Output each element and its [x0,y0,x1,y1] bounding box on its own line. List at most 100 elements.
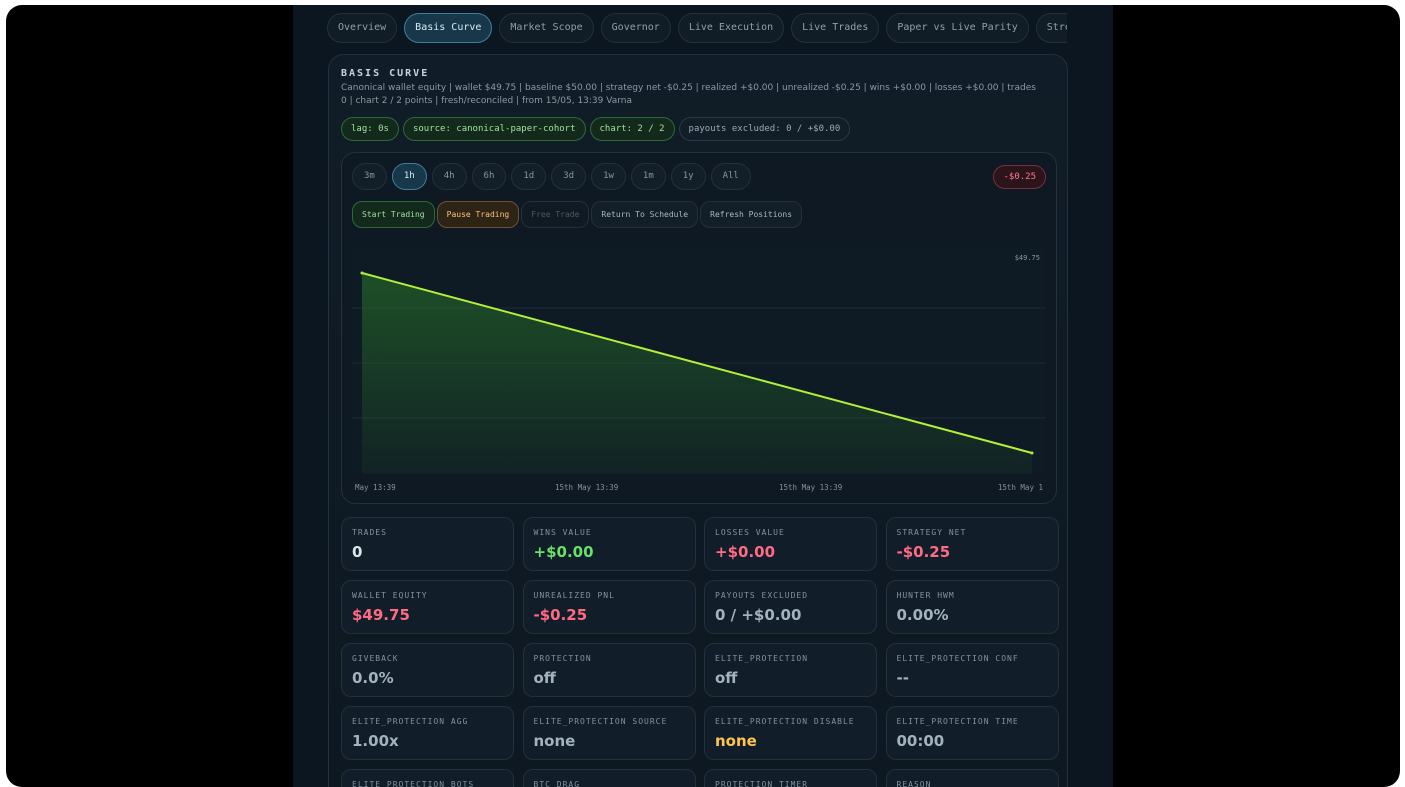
metric-value: $49.75 [352,606,410,624]
metric-card-elite-protection-conf: ELITE_PROTECTION CONF -- [885,643,1059,697]
metric-value: -$0.25 [533,606,588,624]
metric-value: 1.00x [352,732,399,750]
tab-stre[interactable]: Stre [1035,13,1067,43]
tab-live-trades[interactable]: Live Trades [791,13,880,43]
x-tick-label: 15th May 13:39 [555,483,618,492]
metric-card-hunter-hwm: HUNTER HWM 0.00% [885,580,1059,634]
equity-chart[interactable]: $49.75 May 13:39 15th May 13:39 15th May 13… [352,248,1046,498]
tab-bar: Overview Basis Curve Market Scope Governor L… [327,13,1067,45]
start-trading-button[interactable]: Start Trading [352,201,435,228]
pnl-badge: -$0.25 [993,165,1046,189]
metric-card-losses-value: LOSSES VALUE +$0.00 [704,517,877,571]
metric-label: HUNTER HWM [896,591,955,600]
tab-live-execution[interactable]: Live Execution [677,13,785,43]
metric-value: 0 [352,543,363,561]
metric-label: ELITE_PROTECTION SOURCE [533,717,668,726]
metric-card-protection: PROTECTION off [522,643,696,697]
basis-curve-panel: BASIS CURVE Canonical wallet equity | wa… [328,54,1068,787]
tab-paper-vs-live-parity[interactable]: Paper vs Live Parity [886,13,1029,43]
range-selector: 3m 1h 4h 6h 1d 3d 1w 1m 1y All [352,163,756,190]
metric-label: STRATEGY NET [896,528,967,537]
range-button-3m[interactable]: 3m [352,163,387,190]
status-chip: payouts excluded: 0 / +$0.00 [678,117,851,141]
range-button-6h[interactable]: 6h [471,163,507,190]
chart-card: 3m 1h 4h 6h 1d 3d 1w 1m 1y All -$0.25 Start Tradi… [341,152,1057,504]
metric-value: +$0.00 [715,543,776,561]
range-button-1w[interactable]: 1w [591,163,626,190]
metric-card-wins-value: WINS VALUE +$0.00 [522,517,696,571]
metric-value: off [715,669,738,687]
metric-card-elite-protection-disable: ELITE_PROTECTION DISABLE none [704,706,877,760]
range-button-1y[interactable]: 1y [670,163,706,190]
metric-value: -$0.25 [896,543,951,561]
metric-label: GIVEBACK [352,654,399,663]
x-tick-label: May 13:39 [355,483,396,492]
status-chip: source: canonical-paper-cohort [402,117,586,141]
range-button-1d[interactable]: 1d [511,163,547,190]
status-chips: lag: 0s source: canonical-paper-cohort cha… [341,116,854,141]
metric-label: REASON [896,780,932,787]
free-trade-button: Free Trade [521,201,590,228]
metric-value: off [533,669,556,687]
metric-label: ELITE_PROTECTION TIME [896,717,1019,726]
range-button-all[interactable]: All [710,163,751,190]
return-to-schedule-button[interactable]: Return To Schedule [591,201,699,228]
metric-card-giveback: GIVEBACK 0.0% [341,643,514,697]
dashboard-app: Overview Basis Curve Market Scope Governor L… [293,5,1113,787]
metric-value: 0 / +$0.00 [715,606,802,624]
panel-subtitle: Canonical wallet equity | wallet $49.75 … [341,83,1036,106]
metric-label: LOSSES VALUE [715,528,785,537]
metric-label: WALLET EQUITY [352,591,428,600]
status-chip: lag: 0s [341,117,399,141]
x-tick-label: 15th May 13:39 [779,483,842,492]
metric-card-trades: TRADES 0 [341,517,514,571]
metric-card-elite-protection-time: ELITE_PROTECTION TIME 00:00 [885,706,1059,760]
metric-value: 00:00 [896,732,945,750]
metric-label: BTC DRAG [533,780,581,787]
metric-card-reason: REASON [885,769,1059,787]
pause-trading-button[interactable]: Pause Trading [436,201,520,228]
metric-card-btc-drag: BTC DRAG [522,769,696,787]
range-button-1m[interactable]: 1m [630,163,666,190]
metric-card-wallet-equity: WALLET EQUITY $49.75 [341,580,514,634]
range-button-4h[interactable]: 4h [431,163,467,190]
metric-value: 0.0% [352,669,394,687]
panel-title: BASIS CURVE [341,68,430,79]
metric-label: ELITE_PROTECTION [715,654,809,663]
metric-label: ELITE_PROTECTION CONF [896,654,1019,663]
metric-label: WINS VALUE [533,528,592,537]
metric-card-elite-protection: ELITE_PROTECTIONoff [704,643,877,697]
range-button-1h[interactable]: 1h [391,163,427,190]
last-value-label: $49.75 [1015,254,1040,262]
metric-card-protection-timer: PROTECTION TIMER [704,769,877,787]
metric-label: PROTECTION [533,654,592,663]
refresh-positions-button[interactable]: Refresh Positions [700,201,803,228]
x-tick-label: 15th May 1 [998,483,1043,492]
metric-label: UNREALIZED PNL [533,591,615,600]
tab-basis-curve[interactable]: Basis Curve [404,13,493,43]
trading-actions: Start Trading Pause Trading Free Trade Retu… [352,201,804,228]
metric-card-payouts-excluded: PAYOUTS EXCLUDED 0 / +$0.00 [704,580,877,634]
metric-value: +$0.00 [533,543,594,561]
window-frame: Overview Basis Curve Market Scope Governor L… [6,5,1400,787]
metric-label: TRADES [352,528,387,537]
metric-card-unrealized-pnl: UNREALIZED PNL -$0.25 [522,580,696,634]
tab-market-scope[interactable]: Market Scope [499,13,594,43]
metric-label: ELITE_PROTECTION DISABLE [715,717,855,726]
status-chip: chart: 2 / 2 [589,117,675,141]
data-point [360,271,364,275]
metric-label: ELITE_PROTECTION AGG [352,717,469,726]
metric-value: 0.00% [896,606,949,624]
tab-overview[interactable]: Overview [327,13,398,43]
tab-governor[interactable]: Governor [600,13,671,43]
metric-card-elite-protection-source: ELITE_PROTECTION SOURCE none [522,706,696,760]
metric-value: none [533,732,576,750]
data-point [1030,451,1034,455]
metric-label: PAYOUTS EXCLUDED [715,591,809,600]
metric-label: PROTECTION TIMER [715,780,809,787]
metric-card-strategy-net: STRATEGY NET -$0.25 [885,517,1059,571]
metric-value: none [715,732,757,750]
metric-card-elite-protection-agg: ELITE_PROTECTION AGG 1.00x [341,706,514,760]
range-button-3d[interactable]: 3d [551,163,587,190]
metric-value: -- [896,669,909,687]
